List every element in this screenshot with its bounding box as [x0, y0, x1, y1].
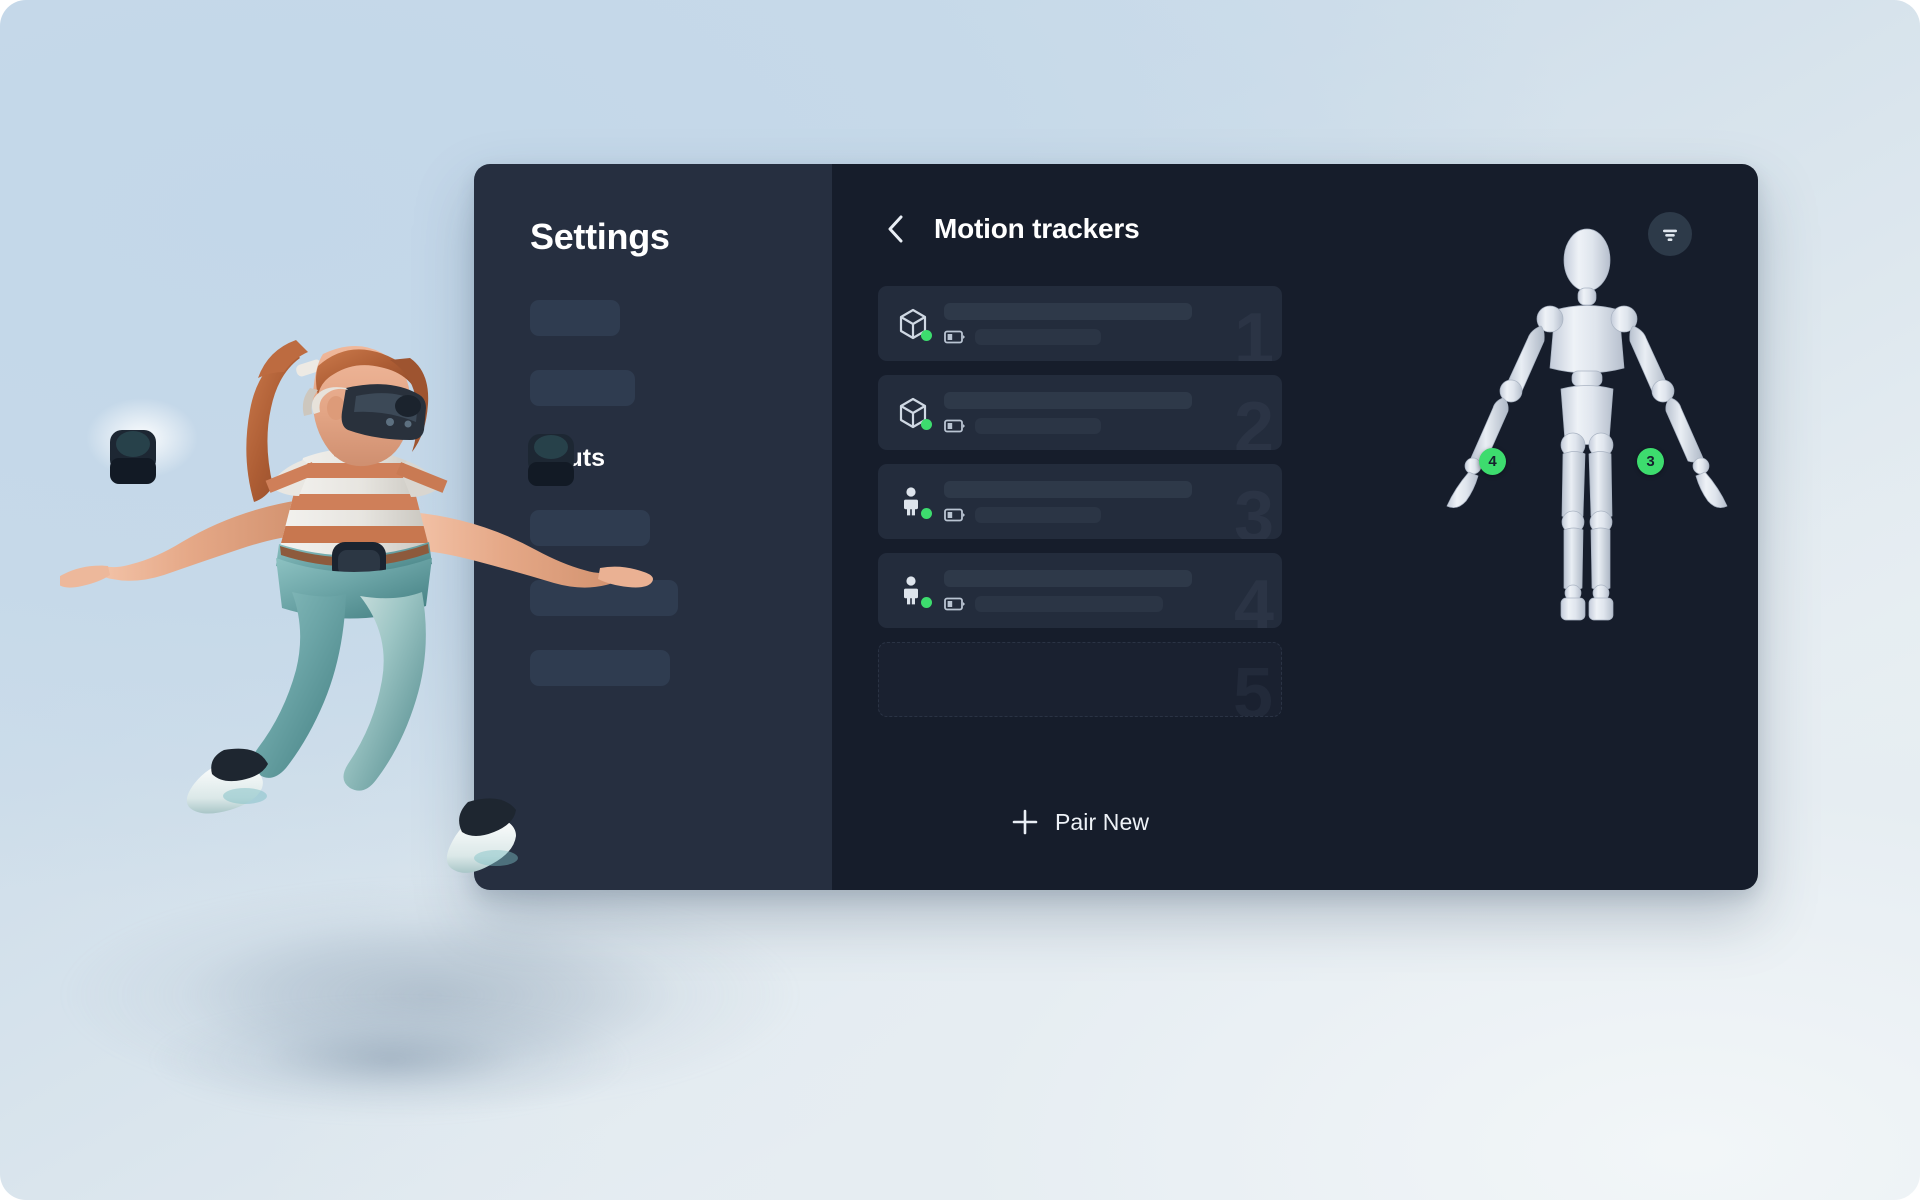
section-title: Motion trackers: [934, 213, 1140, 244]
battery-low-icon: [944, 508, 965, 521]
tracker-item-5-empty[interactable]: 5: [878, 642, 1282, 717]
avatar-floor-shadow-core: [150, 1000, 630, 1120]
ponytail-top: [258, 340, 308, 378]
tracker-battery-row: [944, 417, 1282, 434]
belt: [280, 544, 429, 567]
head: [312, 346, 411, 467]
tracker-battery-row: [944, 328, 1282, 345]
vr-headset: [302, 384, 426, 440]
status-dot: [921, 596, 932, 608]
mannequin-badge-3[interactable]: 3: [1637, 448, 1664, 475]
right-sleeve: [399, 461, 441, 497]
sidebar-item-skeleton-1[interactable]: [530, 300, 620, 336]
sidebar-nav: Inputs: [474, 300, 832, 686]
battery-low-icon: [944, 597, 965, 610]
tracker-rows: [944, 569, 1282, 612]
tracker-battery-placeholder: [975, 506, 1101, 523]
tracker-name-placeholder: [944, 569, 1192, 587]
tracker-item-3[interactable]: 3: [878, 464, 1282, 539]
tracker-battery-row: [944, 595, 1282, 612]
ear: [327, 396, 345, 420]
preview-column: 4 3: [1392, 164, 1758, 890]
plus-icon: [1012, 809, 1038, 835]
left-sleeve-stripe: [265, 462, 317, 493]
hair-tie: [296, 359, 322, 377]
tracker-rows: [944, 391, 1282, 434]
side-hair: [390, 358, 429, 452]
tracker-item-1[interactable]: 1: [878, 286, 1282, 361]
left-sleeve: [269, 460, 311, 496]
tracker-index: 3: [1233, 477, 1274, 539]
left-hand: [60, 565, 110, 588]
right-sleeve-stripe: [396, 462, 448, 493]
back-button[interactable]: [880, 212, 910, 246]
left-leg: [252, 592, 346, 778]
sidebar-item-inputs[interactable]: Inputs: [530, 440, 832, 476]
main-pane: Motion trackers 1 2 3 4 5 Pair New 4 3: [832, 164, 1758, 890]
tracker-battery-placeholder: [975, 417, 1101, 434]
tracker-type-icon-wrap: [892, 392, 934, 434]
tracker-list: 1 2 3 4 5: [878, 286, 1282, 717]
tracker-rows: [944, 480, 1282, 523]
tracker-type-icon-wrap: [892, 570, 934, 612]
tracker-battery-placeholder: [975, 595, 1163, 612]
left-wrist-tracker: [110, 430, 156, 484]
tracker-rows: [944, 302, 1282, 345]
tracker-index: 2: [1233, 388, 1274, 450]
sidebar-item-skeleton-3[interactable]: [530, 510, 650, 546]
avatar-floor-shadow: [60, 880, 800, 1110]
app-root: Settings Inputs Motion trackers 1 2 3 4 …: [0, 0, 1920, 1200]
tshirt-stripes: [279, 463, 429, 562]
battery-low-icon: [944, 419, 965, 432]
tracker-battery-row: [944, 506, 1282, 523]
pair-new-button[interactable]: Pair New: [878, 808, 1282, 836]
left-ankle-tracker: [211, 748, 268, 782]
status-dot: [921, 418, 932, 430]
sidebar-item-skeleton-5[interactable]: [530, 650, 670, 686]
hips: [276, 558, 432, 619]
left-arm: [98, 500, 302, 581]
battery-low-icon: [944, 330, 965, 343]
status-dot: [921, 329, 932, 341]
tracker-type-icon-wrap: [892, 481, 934, 523]
page-title: Settings: [530, 216, 670, 257]
sidebar-item-skeleton-4[interactable]: [530, 580, 678, 616]
mannequin-preview[interactable]: 4 3: [1437, 226, 1737, 656]
tracker-name-placeholder: [944, 391, 1192, 409]
tracker-name-placeholder: [944, 480, 1192, 498]
sidebar-item-skeleton-2[interactable]: [530, 370, 635, 406]
status-dot: [921, 507, 932, 519]
tracker-item-4[interactable]: 4: [878, 553, 1282, 628]
neck: [334, 426, 382, 462]
jeans-waist: [276, 542, 432, 578]
pair-new-label: Pair New: [1054, 808, 1150, 835]
mannequin-figure-icon: [1446, 228, 1728, 621]
chevron-left-icon: [888, 215, 903, 243]
tracker-index: 4: [1233, 566, 1274, 628]
waist-tracker: [332, 542, 386, 582]
main-header: Motion trackers: [880, 208, 1392, 250]
right-leg: [343, 592, 426, 791]
sidebar: Settings Inputs: [474, 164, 832, 890]
tracker-type-icon-wrap: [892, 303, 934, 345]
controller-glow: [86, 398, 198, 478]
left-foot: [186, 748, 268, 814]
front-hair: [316, 349, 418, 396]
settings-panel: Settings Inputs Motion trackers 1 2 3 4 …: [474, 164, 1758, 890]
tracker-index: 1: [1233, 299, 1274, 361]
tshirt: [279, 448, 429, 562]
tracker-item-2[interactable]: 2: [878, 375, 1282, 450]
tracker-column: Motion trackers 1 2 3 4 5 Pair New: [832, 164, 1392, 890]
tracker-index: 5: [1232, 654, 1273, 717]
ponytail: [246, 348, 300, 502]
tracker-battery-placeholder: [975, 328, 1101, 345]
tracker-name-placeholder: [944, 302, 1192, 320]
mannequin-badge-4[interactable]: 4: [1479, 448, 1506, 475]
